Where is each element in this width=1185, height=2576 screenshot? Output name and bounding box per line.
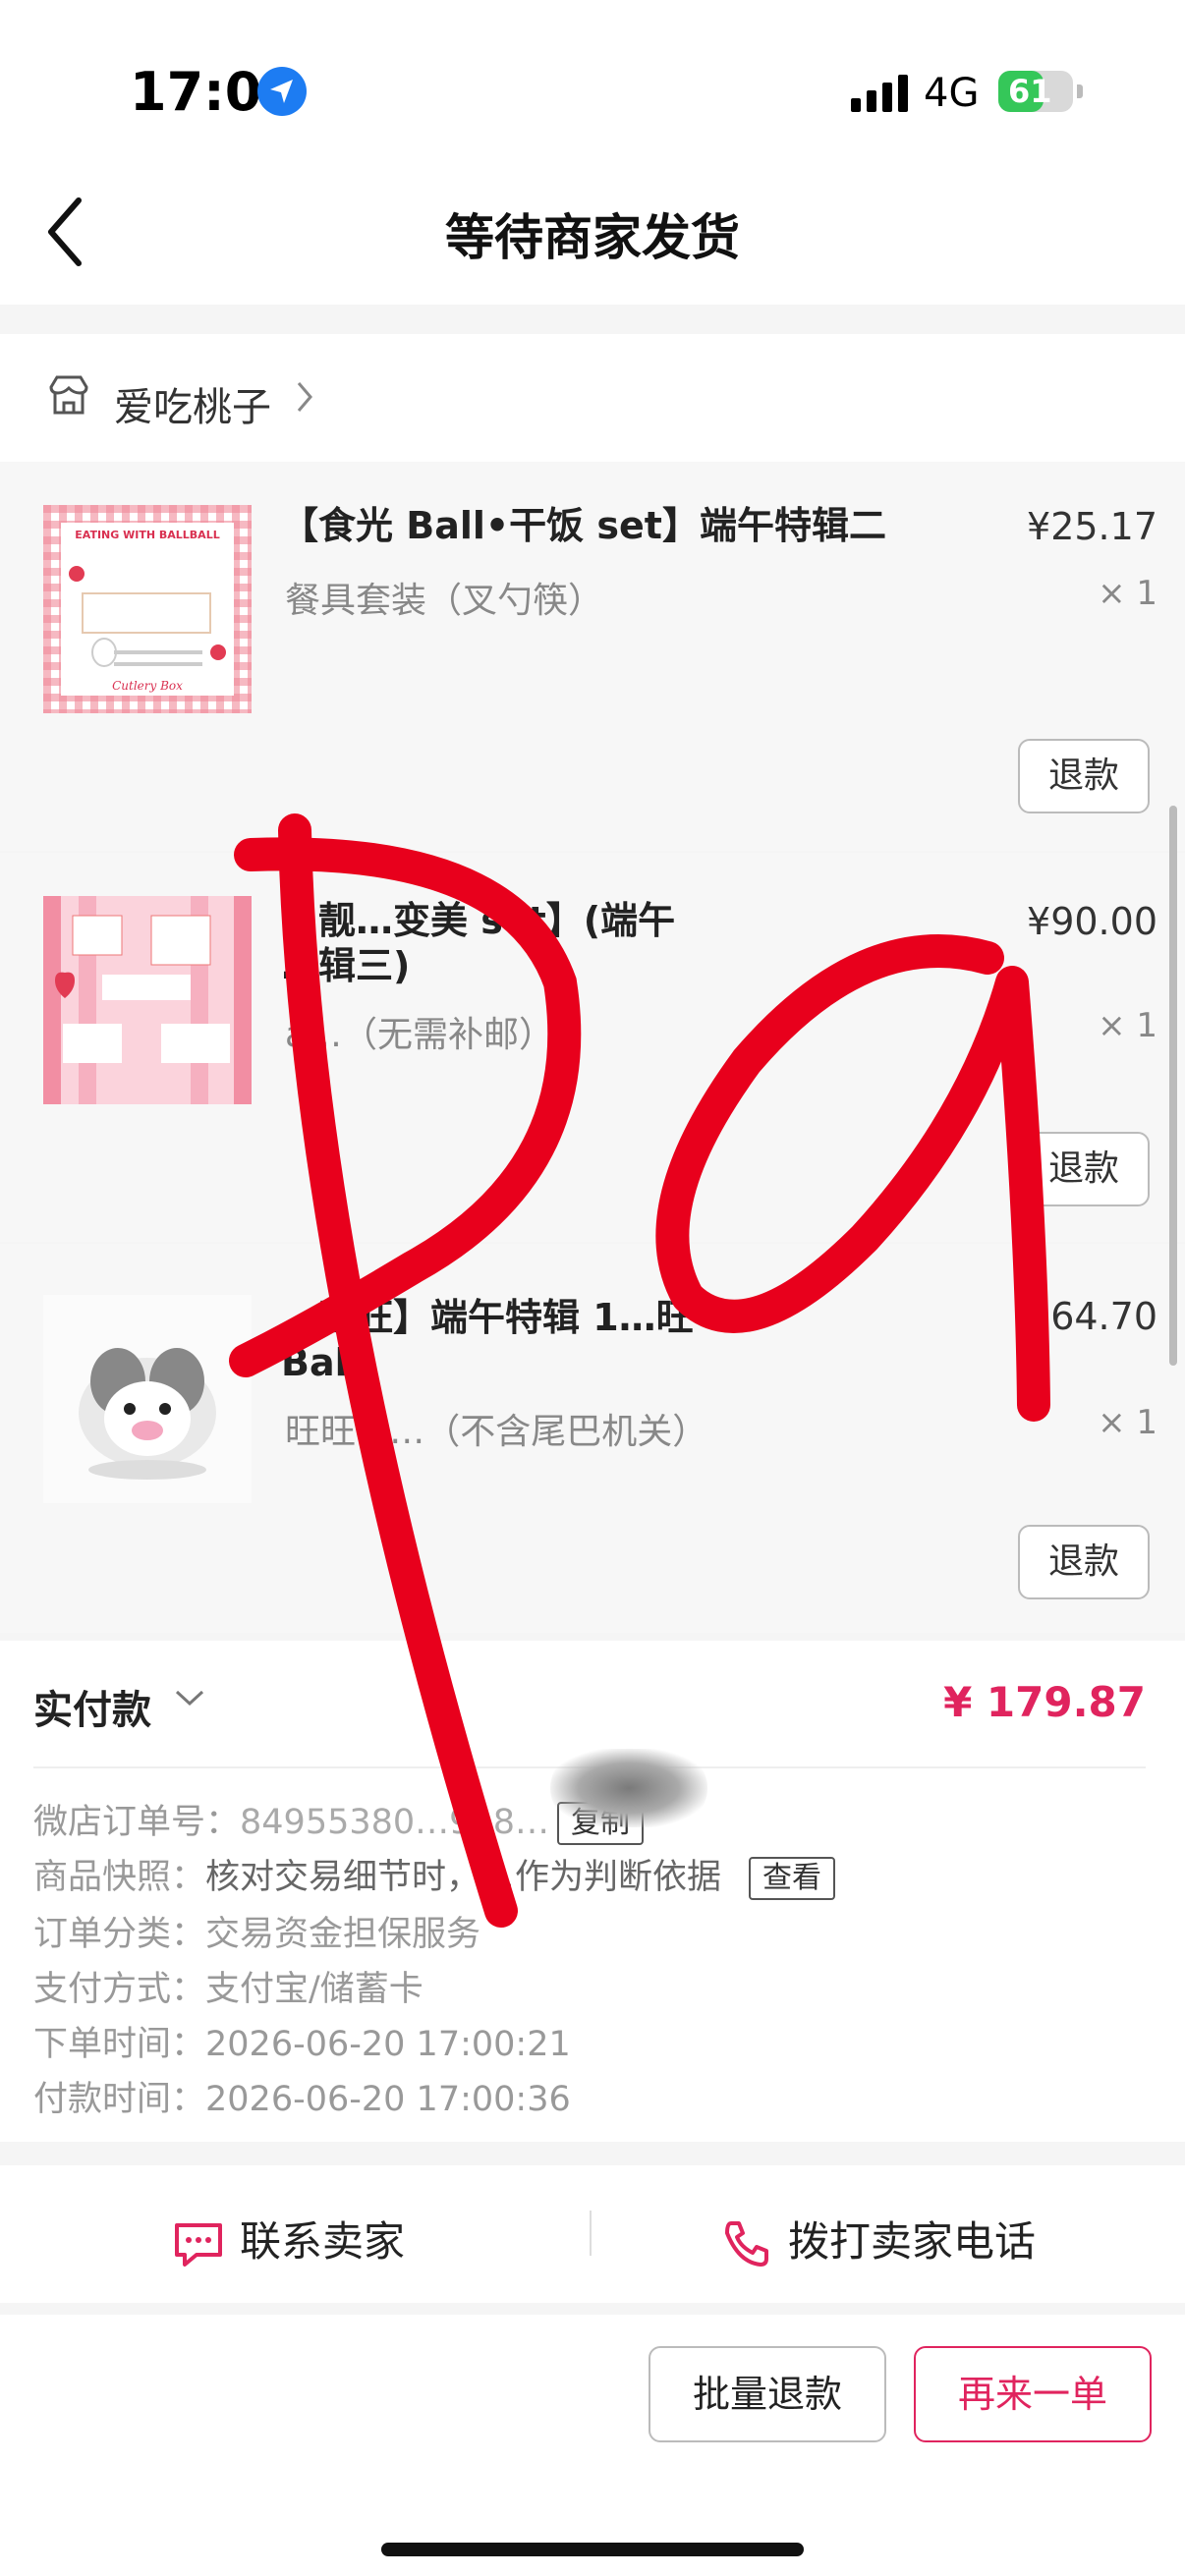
refund-button[interactable]: 退款 [1018, 1132, 1150, 1206]
category-row: 订单分类：交易资金担保服务 [33, 1906, 480, 1956]
product-image [43, 896, 252, 1104]
home-indicator[interactable] [381, 2543, 804, 2556]
item-price: …64.70 [1013, 1295, 1157, 1338]
divider [590, 2211, 592, 2256]
call-seller-label: 拨打卖家电话 [788, 2217, 1037, 2266]
item-spec: a…（无需补邮） [285, 1015, 555, 1055]
item-price: ¥25.17 [1027, 505, 1157, 548]
chevron-right-icon [295, 379, 314, 419]
order-number-label: 微店订单号： [33, 1803, 241, 1842]
scrollbar[interactable] [1169, 806, 1177, 1366]
view-snapshot-button[interactable]: 查看 [749, 1857, 836, 1900]
category-label: 订单分类： [33, 1915, 206, 1954]
order-item[interactable]: …靓…变美 set】(端午 …辑三) a…（无需补邮） ¥90.00 × 1 退… [0, 853, 1185, 1242]
blur-redaction [550, 1749, 707, 1827]
contact-seller-label: 联系卖家 [240, 2217, 406, 2266]
bottom-action-bar: 批量退款 再来一单 [0, 2315, 1185, 2576]
item-title: …靓…变美 set】(端午 …辑三) [281, 899, 676, 987]
item-qty: × 1 [1098, 1006, 1157, 1045]
location-arrow-icon [257, 67, 307, 116]
network-type: 4G [924, 71, 980, 116]
order-time-row: 下单时间：2026-06-20 17:00:21 [33, 2016, 571, 2066]
payment-amount: ¥ 179.87 [943, 1678, 1146, 1726]
order-number-value: 84955380…918… [240, 1803, 549, 1842]
shop-header[interactable]: 爱吃桃子 [0, 334, 1185, 462]
item-spec: 餐具套装（叉勺筷） [285, 581, 604, 621]
item-qty: × 1 [1098, 574, 1157, 613]
nav-bar: 等待商家发货 [0, 157, 1185, 305]
item-spec: 旺旺 b…（不含尾巴机关） [285, 1412, 708, 1452]
pay-time-label: 付款时间： [33, 2080, 206, 2119]
phone-icon [725, 2220, 768, 2267]
thumb-text-bottom: Cutlery Box [112, 679, 183, 693]
reorder-button[interactable]: 再来一单 [914, 2346, 1152, 2442]
snapshot-row: 商品快照：核对交易细节时，…作为判断依据 查看 [33, 1849, 836, 1900]
pay-time-value: 2026-06-20 17:00:36 [205, 2080, 571, 2119]
battery-percent: 61 [1008, 73, 1052, 110]
order-time-value: 2026-06-20 17:00:21 [205, 2025, 571, 2064]
pay-method-row: 支付方式：支付宝/储蓄卡 [33, 1961, 423, 2011]
category-value: 交易资金担保服务 [205, 1915, 481, 1954]
item-price: ¥90.00 [1027, 900, 1157, 943]
pay-method-label: 支付方式： [33, 1970, 206, 2009]
snapshot-value: 核对交易细节时，…作为判断依据 [205, 1858, 722, 1897]
contact-seller-button[interactable]: 联系卖家 [171, 2209, 405, 2270]
order-item[interactable]: …旺旺】端午特辑 1…旺 Ball 旺旺 b…（不含尾巴机关） …64.70 ×… [0, 1244, 1185, 1633]
contact-bar: 联系卖家 拨打卖家电话 [0, 2165, 1185, 2303]
chevron-down-icon [173, 1682, 206, 1719]
item-title: 【食光 Ball•干饭 set】端午特辑二 [281, 504, 886, 547]
refund-button[interactable]: 退款 [1018, 739, 1150, 813]
batch-refund-button[interactable]: 批量退款 [649, 2346, 886, 2442]
product-image [43, 1295, 252, 1503]
page-title: 等待商家发货 [445, 209, 740, 266]
item-qty: × 1 [1098, 1403, 1157, 1442]
pay-method-value: 支付宝/储蓄卡 [205, 1970, 423, 2009]
order-item[interactable]: EATING WITH BALLBALL Cutlery Box 【食光 Bal… [0, 462, 1185, 851]
snapshot-label: 商品快照： [33, 1858, 206, 1897]
refund-button[interactable]: 退款 [1018, 1525, 1150, 1599]
battery-icon: 61 [998, 71, 1083, 112]
product-image: EATING WITH BALLBALL Cutlery Box [43, 505, 252, 713]
shop-icon [47, 373, 90, 420]
pay-time-row: 付款时间：2026-06-20 17:00:36 [33, 2071, 571, 2121]
thumb-text-top: EATING WITH BALLBALL [75, 529, 219, 541]
item-title: …旺旺】端午特辑 1…旺 Ball [281, 1296, 694, 1384]
signal-icon [851, 75, 914, 112]
status-bar: 17:01 4G 61 [0, 0, 1185, 157]
order-time-label: 下单时间： [33, 2025, 206, 2064]
payment-label: 实付款 [33, 1688, 151, 1733]
shop-name: 爱吃桃子 [114, 385, 271, 430]
call-seller-button[interactable]: 拨打卖家电话 [719, 2209, 1036, 2272]
chat-icon [175, 2222, 222, 2267]
